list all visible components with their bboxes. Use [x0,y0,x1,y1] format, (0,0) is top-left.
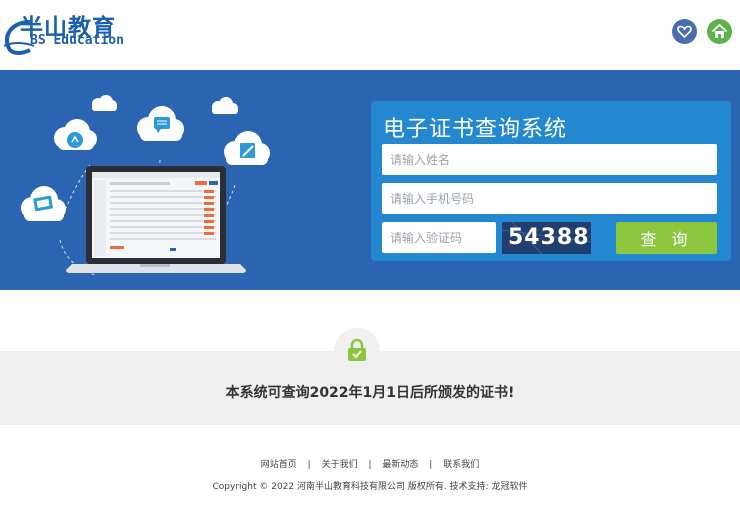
site-logo[interactable]: 半山教育 BS Education [0,6,160,62]
panel-title: 电子证书查询系统 [383,117,568,142]
footer-links: 网站首页 | 关于我们 | 最新动态 | 联系我们 [0,457,740,470]
query-button[interactable]: 查 询 [616,222,717,254]
captcha-image[interactable]: 54388 [502,222,591,254]
logo-english-text: BS Education [30,33,124,48]
cloud-chat-icon [137,106,184,141]
cloud-edit-icon [224,131,270,165]
notice-text: 本系统可查询2022年1月1日后所颁发的证书! [225,385,515,401]
cloud-monitor-icon [21,186,66,221]
footer-link-news[interactable]: 最新动态 [382,460,418,470]
footer-separator: | [429,460,433,470]
footer-separator: | [307,460,311,470]
laptop-icon [66,166,246,273]
heart-icon [677,25,692,39]
captcha-input[interactable] [382,222,496,253]
laptop-cloud-illustration [21,95,270,276]
home-icon [711,23,728,38]
footer-link-home[interactable]: 网站首页 [261,460,297,470]
small-cloud-icon [92,95,117,111]
small-cloud-icon [212,97,238,114]
hero-banner: 电子证书查询系统 54388 查 询 [0,70,740,290]
copyright-text: Copyright © 2022 河南半山教育科技有限公司 版权所有. 技术支持… [212,482,528,492]
captcha-text: 54388 [508,225,590,250]
name-input[interactable] [382,144,717,175]
lock-check-icon [348,338,366,361]
footer-separator: | [368,460,372,470]
home-button[interactable] [707,19,732,44]
phone-input[interactable] [382,183,717,214]
site-header: 半山教育 BS Education [0,0,740,70]
favorite-button[interactable] [672,19,697,44]
certificate-query-panel: 电子证书查询系统 54388 查 询 [371,101,731,261]
footer-link-contact[interactable]: 联系我们 [443,460,479,470]
footer-link-about[interactable]: 关于我们 [322,460,358,470]
cloud-chart-icon [54,119,97,150]
